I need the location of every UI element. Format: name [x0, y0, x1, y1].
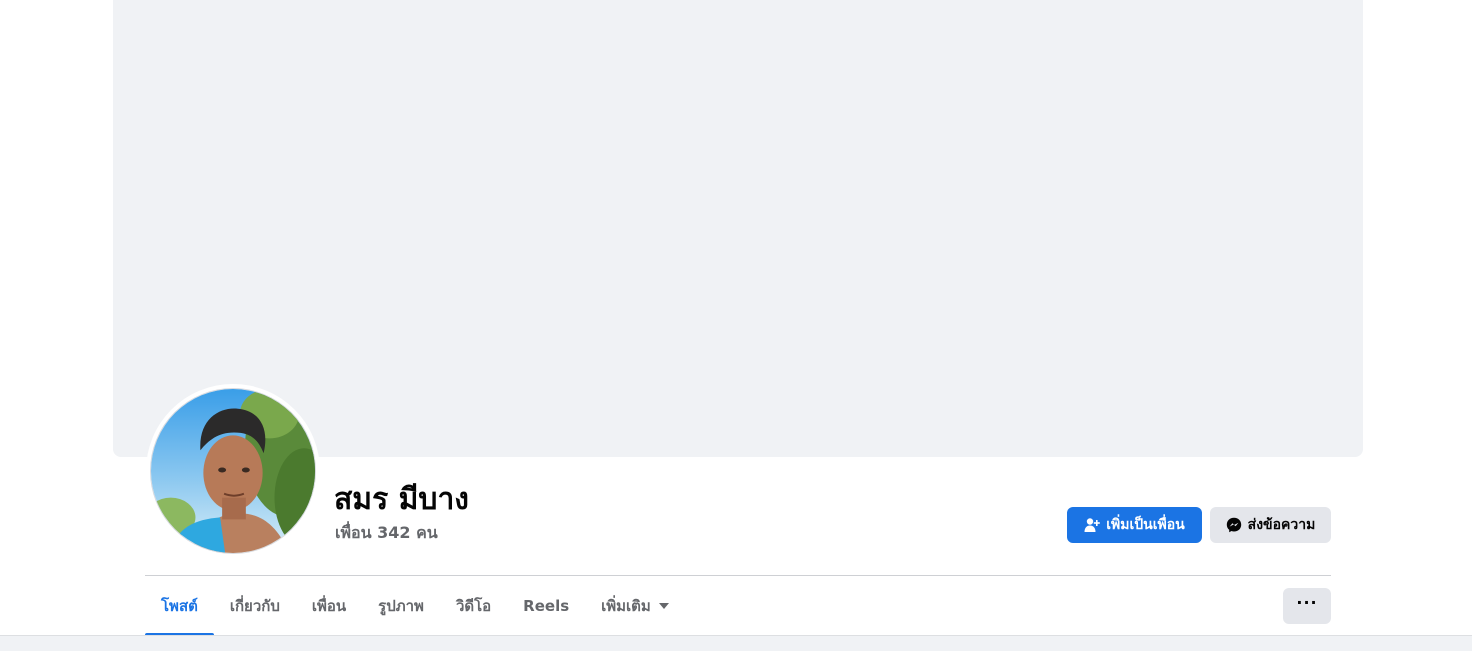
add-friend-button[interactable]: เพิ่มเป็นเพื่อน	[1067, 507, 1202, 543]
more-options-button[interactable]: ···	[1283, 588, 1331, 624]
profile-page: สมร มีบาง เพื่อน 342 คน เพิ่มเป็นเพื่อน …	[0, 0, 1472, 651]
send-message-label: ส่งข้อความ	[1247, 517, 1316, 533]
profile-tabs: โพสต์ เกี่ยวกับ เพื่อน รูปภาพ วิดีโอ Ree…	[145, 576, 685, 636]
tab-label: เพิ่มเติม	[601, 597, 651, 615]
profile-name: สมร มีบาง	[334, 482, 469, 517]
tab-about[interactable]: เกี่ยวกับ	[214, 576, 296, 636]
tab-reels[interactable]: Reels	[507, 576, 585, 636]
cover-photo-area[interactable]	[113, 0, 1363, 457]
avatar[interactable]	[150, 388, 316, 554]
tab-label: Reels	[523, 597, 570, 615]
messenger-icon	[1226, 517, 1242, 533]
add-person-icon	[1084, 517, 1101, 533]
tab-label: เกี่ยวกับ	[229, 597, 280, 615]
more-dots-icon: ···	[1296, 593, 1318, 612]
add-friend-label: เพิ่มเป็นเพื่อน	[1106, 517, 1185, 533]
tab-videos[interactable]: วิดีโอ	[440, 576, 507, 636]
tab-more[interactable]: เพิ่มเติม	[585, 576, 685, 636]
send-message-button[interactable]: ส่งข้อความ	[1210, 507, 1331, 543]
content-background	[0, 636, 1472, 651]
tab-label: รูปภาพ	[378, 597, 424, 615]
profile-picture[interactable]	[146, 384, 320, 558]
tab-posts[interactable]: โพสต์	[145, 576, 214, 636]
tab-label: โพสต์	[161, 597, 198, 615]
tab-friends[interactable]: เพื่อน	[296, 576, 362, 636]
tab-label: วิดีโอ	[455, 597, 492, 615]
tab-label: เพื่อน	[311, 597, 347, 615]
friend-count[interactable]: เพื่อน 342 คน	[335, 521, 438, 545]
caret-down-icon	[658, 603, 669, 609]
tab-photos[interactable]: รูปภาพ	[362, 576, 440, 636]
